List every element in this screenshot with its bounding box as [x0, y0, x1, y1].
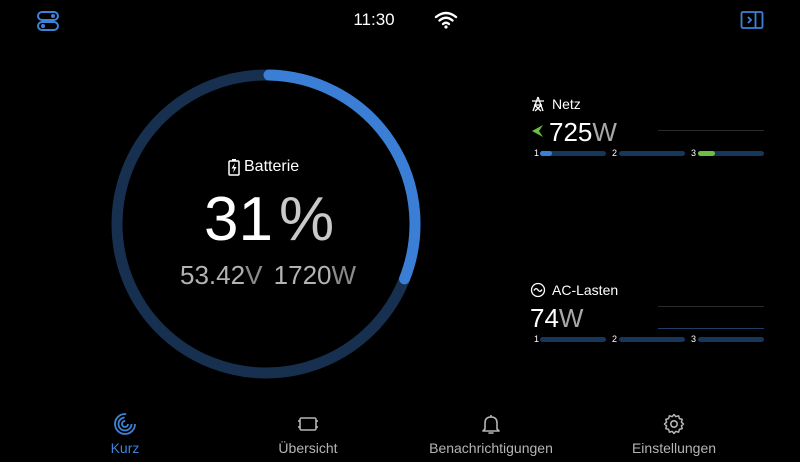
overview-icon — [298, 417, 318, 431]
status-clock: 11:30 — [0, 10, 800, 30]
grid-title: Netz — [530, 96, 581, 112]
nav-label-einstellungen: Einstellungen — [631, 440, 717, 456]
battery-percent: 31% — [204, 184, 334, 255]
battery-charging-icon — [228, 159, 240, 176]
battery-power-unit: W — [331, 260, 357, 290]
grid-panel[interactable]: Netz 725W 1 2 3 — [530, 94, 770, 164]
nav-label-kurz: Kurz — [110, 440, 140, 456]
ac-loads-phase-1-bar — [540, 337, 606, 342]
grid-phase-1-bar — [540, 151, 606, 156]
ac-wave-icon — [530, 282, 546, 298]
ac-loads-phase-3-label: 3 — [691, 334, 697, 344]
ac-loads-power-unit: W — [558, 303, 584, 333]
nav-tab-kurz[interactable]: Kurz — [30, 412, 220, 456]
battery-power: 1720 — [273, 260, 332, 290]
grid-power-unit: W — [592, 117, 617, 147]
nav-label-benachrichtigungen: Benachrichtigungen — [429, 440, 553, 456]
grid-phase-1-fill — [540, 151, 552, 156]
nav-label-uebersicht: Übersicht — [278, 440, 338, 456]
grid-power-value: 725 — [549, 117, 593, 147]
ac-loads-label: AC-Lasten — [552, 282, 619, 298]
grid-phase-1-label: 1 — [534, 148, 540, 158]
ac-loads-trend-line-top — [658, 306, 764, 307]
grid-phase-3-label: 3 — [691, 148, 697, 158]
ac-loads-phase-1-label: 1 — [534, 334, 540, 344]
grid-power: 725W — [549, 117, 617, 148]
ac-loads-title: AC-Lasten — [530, 282, 618, 298]
battery-details: 53.42V 1720W — [180, 260, 356, 291]
gear-icon — [663, 413, 685, 435]
nav-tab-einstellungen[interactable]: Einstellungen — [579, 412, 769, 456]
battery-voltage-unit: V — [245, 260, 263, 290]
grid-phase-2-label: 2 — [612, 148, 618, 158]
battery-label: Batterie — [244, 158, 300, 175]
wifi-icon — [434, 11, 458, 29]
nav-tab-uebersicht[interactable]: Übersicht — [213, 412, 403, 456]
grid-phase-3-bar — [698, 151, 764, 156]
gauge-icon — [114, 413, 136, 435]
battery-title: Batterie — [228, 158, 299, 176]
power-pylon-icon — [532, 96, 544, 112]
battery-percent-unit: % — [278, 185, 335, 254]
nav-tab-benachrichtigungen[interactable]: Benachrichtigungen — [396, 412, 586, 456]
ac-loads-phase-3-bar — [698, 337, 764, 342]
grid-import-arrow-icon — [532, 125, 543, 137]
ac-loads-power: 74W — [530, 303, 583, 334]
grid-label: Netz — [552, 96, 581, 112]
ac-loads-phase-2-label: 2 — [612, 334, 618, 344]
ac-loads-power-value: 74 — [530, 303, 559, 333]
grid-phase-2-bar — [619, 151, 685, 156]
clock-time: 11:30 — [353, 10, 395, 29]
grid-phase-3-fill — [698, 151, 715, 156]
bell-icon — [482, 415, 500, 434]
ac-loads-panel[interactable]: AC-Lasten 74W 1 2 3 — [530, 280, 770, 350]
battery-voltage: 53.42 — [180, 260, 246, 290]
ac-loads-phase-2-bar — [619, 337, 685, 342]
grid-trend-line — [658, 130, 764, 131]
ac-loads-trend-line — [658, 328, 764, 329]
battery-percent-value: 31 — [204, 185, 273, 254]
sidebar-toggle-icon[interactable] — [740, 10, 764, 30]
